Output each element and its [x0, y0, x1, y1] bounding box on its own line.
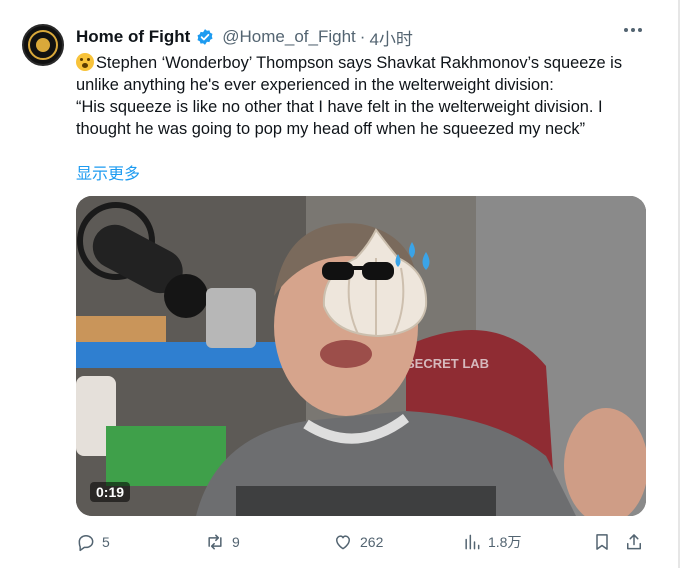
tweet-quote-line-2: thought he was going to pop my head off …	[76, 120, 586, 138]
video-duration: 0:19	[90, 482, 131, 502]
heart-icon	[336, 535, 350, 550]
more-horizontal-icon[interactable]	[624, 28, 642, 32]
retweet-icon	[208, 534, 222, 550]
timestamp[interactable]: 4小时	[369, 25, 412, 50]
verified-badge-icon	[197, 29, 213, 45]
share-icon	[627, 534, 641, 550]
views-icon	[465, 534, 480, 550]
like-count: 262	[360, 534, 384, 550]
astonished-emoji-icon	[76, 53, 94, 71]
author-handle[interactable]: @Home_of_Fight	[222, 27, 356, 47]
reply-icon	[78, 535, 94, 552]
tweet-actions: 5 9 262 1.8万	[76, 532, 646, 556]
separator-dot: ·	[359, 27, 366, 46]
reply-button[interactable]: 5	[76, 532, 110, 552]
author-name[interactable]: Home of Fight	[76, 27, 190, 47]
mouth	[320, 340, 372, 368]
like-button[interactable]: 262	[332, 532, 383, 552]
views-button[interactable]: 1.8万	[462, 532, 521, 552]
tweet-text-line-1: Stephen ‘Wonderboy’ Thompson says Shavka…	[76, 52, 656, 74]
views-count: 1.8万	[488, 534, 522, 550]
avatar-logo-core	[36, 38, 50, 52]
retweet-count: 9	[232, 534, 240, 550]
tweet-quote-line-1: “His squeeze is like no other that I hav…	[76, 98, 603, 116]
chair-logo-text: SECRET LAB	[406, 356, 489, 371]
tweet-text: Stephen ‘Wonderboy’ Thompson says Shavka…	[76, 52, 656, 140]
video-frame: SECRET LAB	[76, 196, 646, 516]
bookmark-icon	[596, 534, 608, 550]
retweet-button[interactable]: 9	[204, 532, 240, 552]
tweet-header: Home of Fight @Home_of_Fight · 4小时	[76, 25, 413, 50]
show-more-link[interactable]: 显示更多	[76, 160, 140, 184]
bookmark-button[interactable]	[592, 532, 612, 552]
reply-count: 5	[102, 534, 110, 550]
avatar[interactable]	[22, 24, 64, 66]
video-player[interactable]: SECRET LAB	[76, 196, 646, 516]
tweet-text-line-1-content: Stephen ‘Wonderboy’ Thompson says Shavka…	[96, 54, 623, 72]
share-button[interactable]	[624, 532, 644, 552]
tweet-text-line-2: unlike anything he's ever experienced in…	[76, 76, 554, 94]
